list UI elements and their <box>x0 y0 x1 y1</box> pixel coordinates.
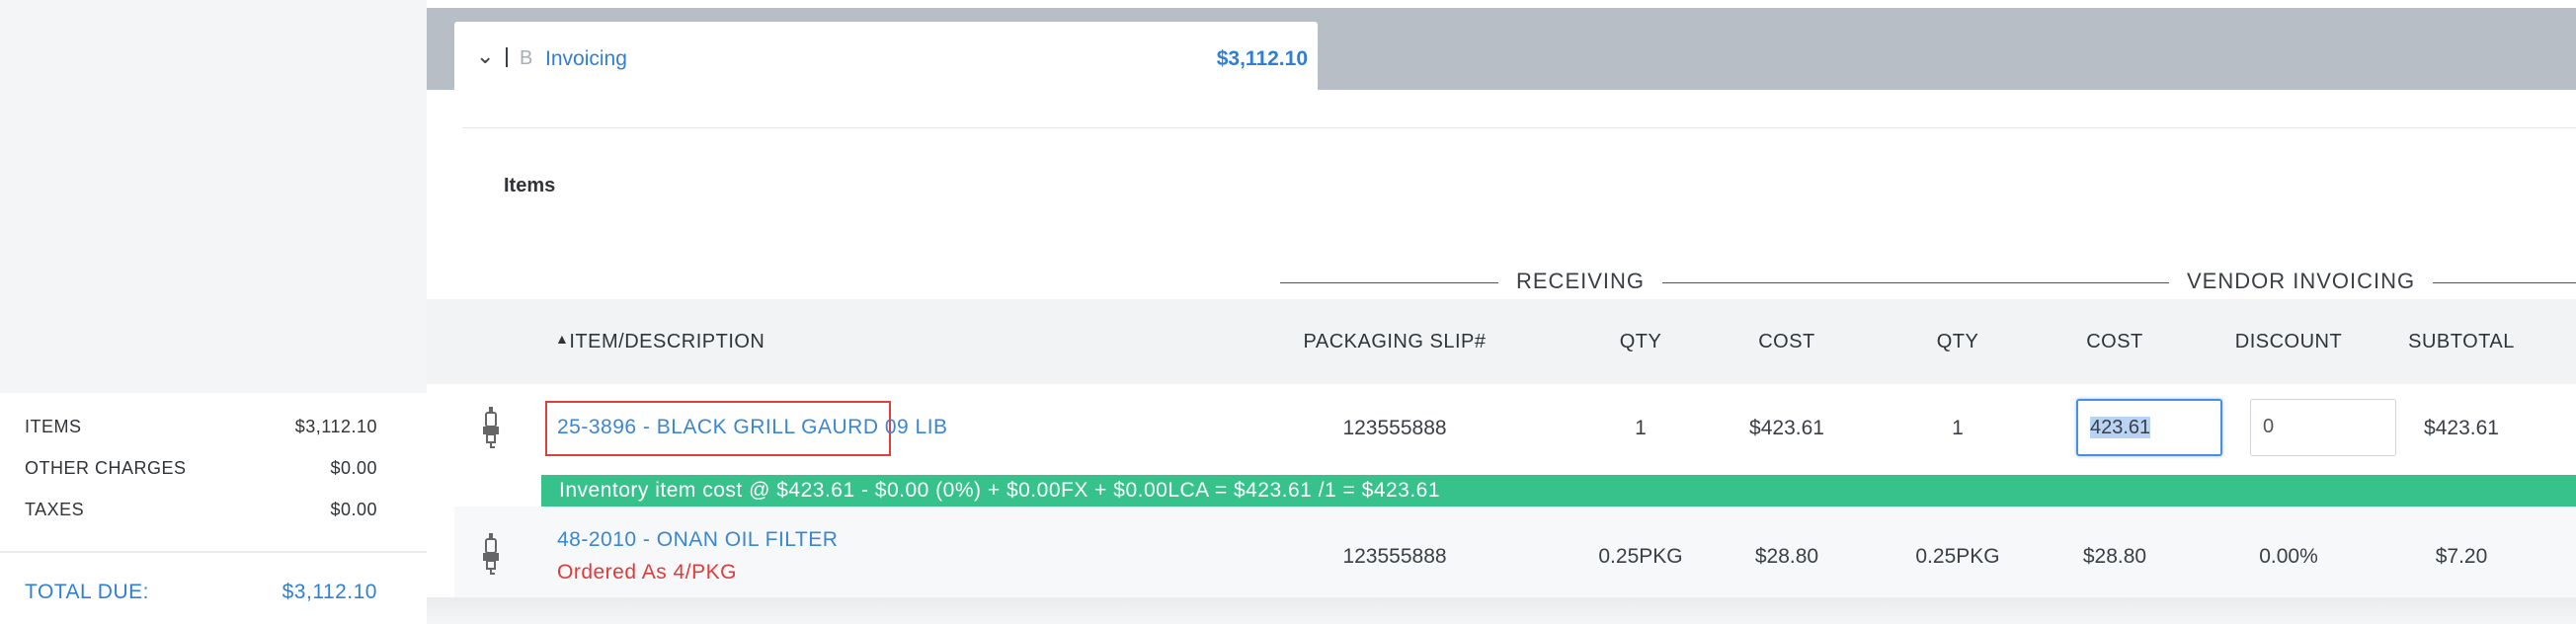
summary-other-charges-row: OTHER CHARGES $0.00 <box>25 458 377 479</box>
header-receiving-qty[interactable]: QTY <box>1606 331 1675 353</box>
header-vendor-cost[interactable]: COST <box>2070 331 2159 353</box>
summary-other-charges-label: OTHER CHARGES <box>25 458 187 478</box>
tab-bar: ⌄ B Invoicing $3,112.10 <box>427 8 2576 90</box>
items-title: Items <box>504 175 556 196</box>
table-header: ▲ITEM/DESCRIPTION PACKAGING SLIP# QTY CO… <box>427 299 2576 384</box>
receiving-qty-value: 1 <box>1635 417 1647 439</box>
vendor-qty-value: 0.25PKG <box>1915 545 2000 568</box>
header-vendor-qty[interactable]: QTY <box>1923 331 1992 353</box>
section-divider <box>462 127 2576 128</box>
summary-taxes-label: TAXES <box>25 500 85 519</box>
drag-handle-icon <box>506 47 508 67</box>
summary-other-charges-value: $0.00 <box>330 458 377 478</box>
packaging-slip-value: 123555888 <box>1342 545 1447 568</box>
discount-value: 0.00% <box>2259 545 2318 568</box>
invoice-summary: ITEMS $3,112.10 OTHER CHARGES $0.00 TAXE… <box>0 393 427 624</box>
spark-plug-icon <box>483 407 499 448</box>
bottom-shadow <box>427 597 2576 624</box>
tab-label[interactable]: Invoicing <box>545 47 627 71</box>
receiving-cost-value: $423.61 <box>1749 417 1824 439</box>
packaging-slip-value: 123555888 <box>1342 417 1447 439</box>
subtotal-value: $423.61 <box>2424 417 2499 439</box>
chevron-down-icon[interactable]: ⌄ <box>476 43 494 69</box>
total-due-value: $3,112.10 <box>282 581 377 603</box>
tab-letter: B <box>520 47 533 69</box>
ordered-as-note: Ordered As 4/PKG <box>557 561 737 584</box>
total-due-row: TOTAL DUE: $3,112.10 <box>25 581 377 604</box>
item-link[interactable]: 25-3896 - BLACK GRILL GAURD 09 LIB <box>557 416 948 439</box>
vendor-group-label: VENDOR INVOICING <box>2169 269 2434 294</box>
tab-invoicing[interactable]: ⌄ B Invoicing $3,112.10 <box>454 22 1318 90</box>
sort-up-icon: ▲ <box>555 331 570 347</box>
vendor-qty-value: 1 <box>1952 417 1964 439</box>
discount-input[interactable]: 0 <box>2250 399 2396 456</box>
receiving-group-label: RECEIVING <box>1498 269 1663 294</box>
left-panel: ITEMS $3,112.10 OTHER CHARGES $0.00 TAXE… <box>0 0 427 624</box>
item-link[interactable]: 48-2010 - ONAN OIL FILTER <box>557 528 838 552</box>
tab-amount: $3,112.10 <box>1216 47 1308 70</box>
receiving-qty-value: 0.25PKG <box>1598 545 1683 568</box>
header-subtotal[interactable]: SUBTOTAL <box>2392 331 2531 353</box>
main-content: ⌄ B Invoicing $3,112.10 Items RECEIVING … <box>427 0 2576 624</box>
top-strip <box>427 0 2576 8</box>
spark-plug-icon <box>483 533 499 575</box>
summary-divider <box>0 551 427 553</box>
summary-items-row: ITEMS $3,112.10 <box>25 417 377 437</box>
header-receiving-cost[interactable]: COST <box>1742 331 1831 353</box>
summary-items-value: $3,112.10 <box>294 417 377 436</box>
vendor-cost-input[interactable]: 423.61 <box>2076 399 2222 456</box>
header-item-description[interactable]: ▲ITEM/DESCRIPTION <box>555 331 765 353</box>
subtotal-value: $7.20 <box>2435 545 2488 568</box>
vendor-cost-value: $28.80 <box>2082 545 2147 568</box>
receiving-cost-value: $28.80 <box>1754 545 1819 568</box>
inventory-cost-banner: Inventory item cost @ $423.61 - $0.00 (0… <box>541 475 2576 507</box>
total-due-label: TOTAL DUE: <box>25 581 149 603</box>
summary-taxes-value: $0.00 <box>330 500 377 519</box>
vendor-cost-input-value: 423.61 <box>2090 417 2151 438</box>
header-discount[interactable]: DISCOUNT <box>2219 331 2358 353</box>
header-packaging-slip[interactable]: PACKAGING SLIP# <box>1276 331 1513 353</box>
summary-items-label: ITEMS <box>25 417 82 436</box>
summary-taxes-row: TAXES $0.00 <box>25 500 377 520</box>
discount-input-value: 0 <box>2263 416 2275 437</box>
